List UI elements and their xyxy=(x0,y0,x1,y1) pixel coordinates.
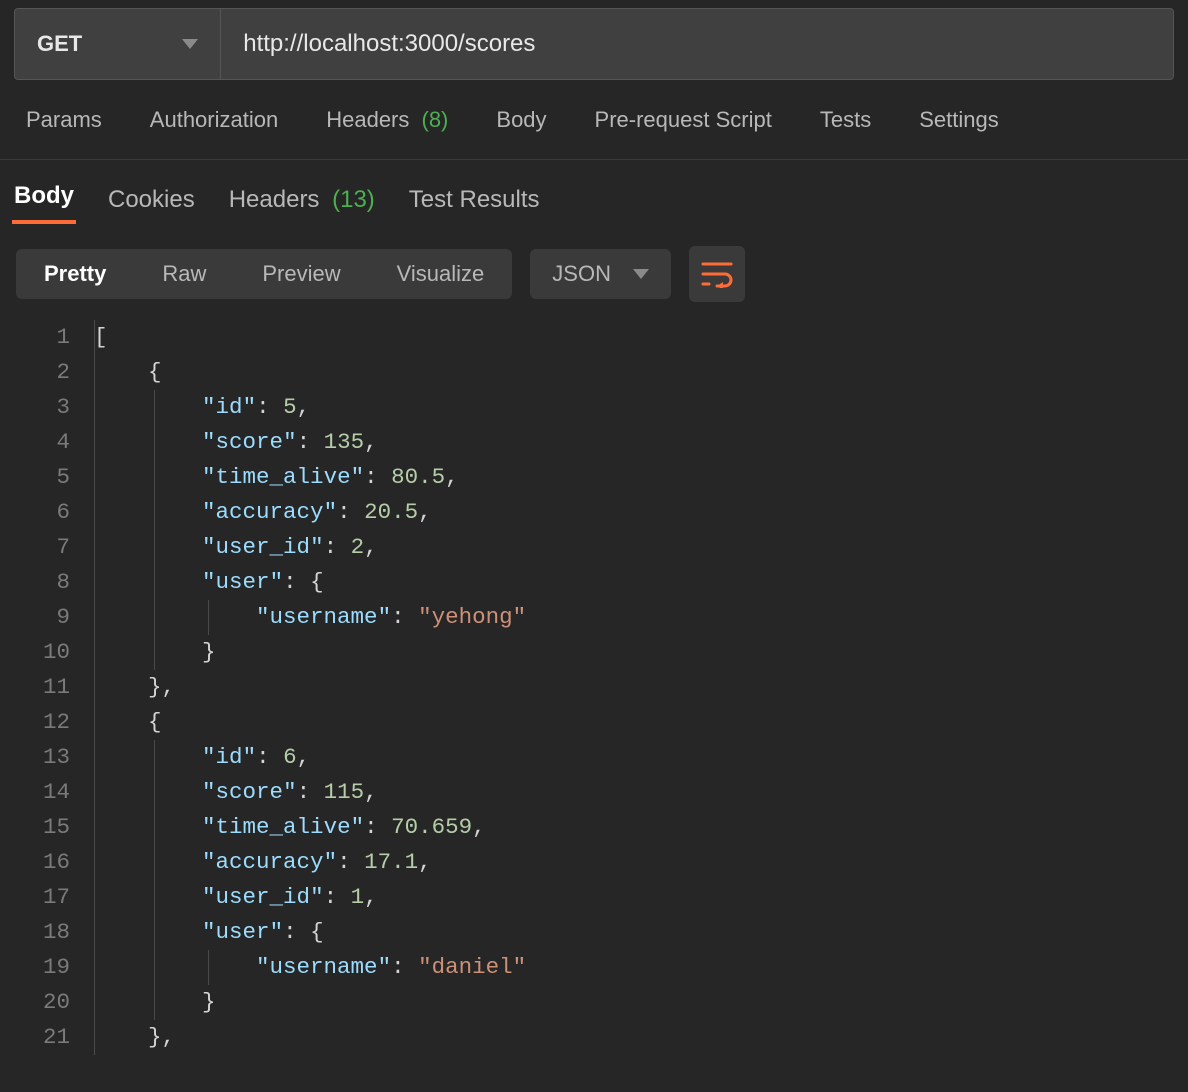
code-line: 20 } xyxy=(4,985,1188,1020)
tab-cookies[interactable]: Cookies xyxy=(106,186,197,224)
request-url-text: http://localhost:3000/scores xyxy=(243,30,535,58)
code-line: 19 "username": "daniel" xyxy=(4,950,1188,985)
view-mode-pretty[interactable]: Pretty xyxy=(16,249,134,299)
code-line: 21 }, xyxy=(4,1020,1188,1055)
tab-request-body[interactable]: Body xyxy=(496,107,546,133)
wrap-lines-button[interactable] xyxy=(689,246,745,302)
code-line: 2 { xyxy=(4,355,1188,390)
code-line: 16 "accuracy": 17.1, xyxy=(4,845,1188,880)
code-line: 4 "score": 135, xyxy=(4,425,1188,460)
line-number: 16 xyxy=(4,845,94,880)
code-line: 15 "time_alive": 70.659, xyxy=(4,810,1188,845)
response-view-controls: Pretty Raw Preview Visualize JSON xyxy=(0,224,1188,320)
code-line: 10 } xyxy=(4,635,1188,670)
tab-request-headers-count: (8) xyxy=(422,107,449,132)
tab-tests[interactable]: Tests xyxy=(820,107,871,133)
line-number: 13 xyxy=(4,740,94,775)
request-bar: GET http://localhost:3000/scores xyxy=(14,8,1174,80)
code-line: 1[ xyxy=(4,320,1188,355)
response-tabs: Body Cookies Headers (13) Test Results xyxy=(0,160,1188,224)
line-number: 14 xyxy=(4,775,94,810)
code-line: 11 }, xyxy=(4,670,1188,705)
request-url-input[interactable]: http://localhost:3000/scores xyxy=(221,9,1173,79)
code-line: 3 "id": 5, xyxy=(4,390,1188,425)
chevron-down-icon xyxy=(633,269,649,279)
http-method-select[interactable]: GET xyxy=(15,9,221,79)
tab-authorization[interactable]: Authorization xyxy=(150,107,278,133)
line-number: 2 xyxy=(4,355,94,390)
tab-test-results[interactable]: Test Results xyxy=(407,186,542,224)
response-body-code[interactable]: 1[ 2 { 3 "id": 5, 4 "score": 135, 5 "tim… xyxy=(0,320,1188,1055)
code-line: 8 "user": { xyxy=(4,565,1188,600)
line-number: 3 xyxy=(4,390,94,425)
code-line: 17 "user_id": 1, xyxy=(4,880,1188,915)
line-number: 18 xyxy=(4,915,94,950)
line-number: 11 xyxy=(4,670,94,705)
code-line: 18 "user": { xyxy=(4,915,1188,950)
line-number: 6 xyxy=(4,495,94,530)
line-number: 17 xyxy=(4,880,94,915)
line-number: 12 xyxy=(4,705,94,740)
response-format-select[interactable]: JSON xyxy=(530,249,671,299)
tab-response-headers-count: (13) xyxy=(332,186,375,213)
view-mode-preview[interactable]: Preview xyxy=(234,249,368,299)
code-line: 9 "username": "yehong" xyxy=(4,600,1188,635)
line-number: 5 xyxy=(4,460,94,495)
tab-settings[interactable]: Settings xyxy=(919,107,999,133)
line-number: 4 xyxy=(4,425,94,460)
view-mode-visualize[interactable]: Visualize xyxy=(369,249,513,299)
tab-request-headers-label: Headers xyxy=(326,107,409,132)
wrap-lines-icon xyxy=(701,260,733,288)
tab-response-headers[interactable]: Headers (13) xyxy=(227,186,377,224)
line-number: 15 xyxy=(4,810,94,845)
chevron-down-icon xyxy=(182,39,198,49)
request-tabs: Params Authorization Headers (8) Body Pr… xyxy=(0,80,1188,160)
line-number: 9 xyxy=(4,600,94,635)
code-line: 13 "id": 6, xyxy=(4,740,1188,775)
code-line: 7 "user_id": 2, xyxy=(4,530,1188,565)
line-number: 20 xyxy=(4,985,94,1020)
line-number: 19 xyxy=(4,950,94,985)
view-mode-raw[interactable]: Raw xyxy=(134,249,234,299)
response-format-label: JSON xyxy=(552,261,611,287)
line-number: 21 xyxy=(4,1020,94,1055)
tab-prerequest-script[interactable]: Pre-request Script xyxy=(595,107,772,133)
code-line: 6 "accuracy": 20.5, xyxy=(4,495,1188,530)
line-number: 8 xyxy=(4,565,94,600)
tab-params[interactable]: Params xyxy=(26,107,102,133)
view-mode-segment: Pretty Raw Preview Visualize xyxy=(16,249,512,299)
tab-response-body[interactable]: Body xyxy=(12,182,76,224)
tab-response-headers-label: Headers xyxy=(229,186,320,213)
line-number: 7 xyxy=(4,530,94,565)
code-line: 12 { xyxy=(4,705,1188,740)
tab-request-headers[interactable]: Headers (8) xyxy=(326,107,448,133)
line-number: 1 xyxy=(4,320,94,355)
http-method-label: GET xyxy=(37,31,82,57)
code-line: 14 "score": 115, xyxy=(4,775,1188,810)
line-number: 10 xyxy=(4,635,94,670)
code-line: 5 "time_alive": 80.5, xyxy=(4,460,1188,495)
